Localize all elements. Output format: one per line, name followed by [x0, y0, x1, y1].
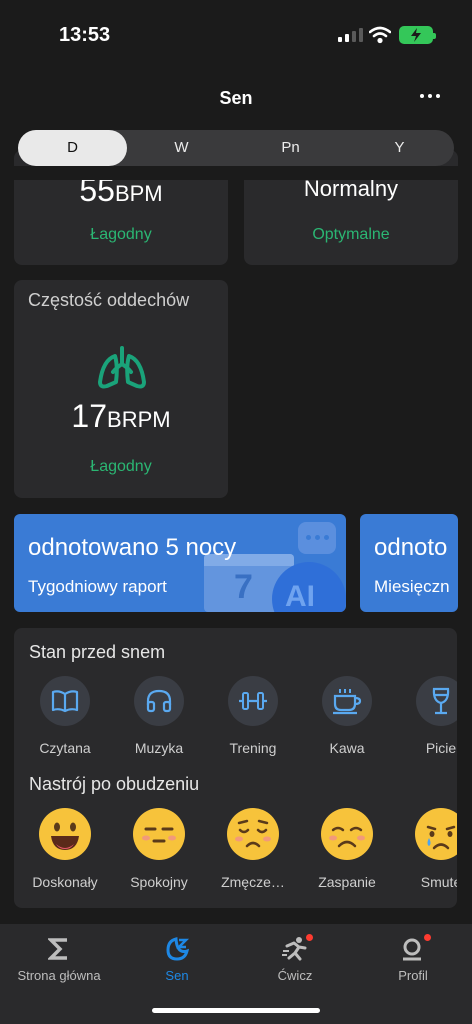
respiration-unit: BRPM	[107, 407, 171, 432]
chat-bubble-icon	[298, 522, 336, 554]
mood-calm-label: Spokojny	[130, 874, 188, 890]
page-title: Sen	[219, 88, 253, 108]
respiration-value: 17	[71, 398, 108, 434]
grinning-face-icon	[39, 808, 91, 860]
ai-badge-label: AI	[285, 580, 315, 612]
habit-coffee-label: Kawa	[329, 740, 365, 756]
header-backdrop	[0, 166, 472, 180]
sigma-icon	[48, 938, 67, 960]
oxygen-status: Optymalne	[312, 226, 390, 243]
moon-icon	[166, 937, 190, 961]
tab-exercise[interactable]: Ćwicz	[236, 924, 354, 983]
period-selector: D W Pn Y	[18, 130, 454, 166]
calm-face-icon	[133, 808, 185, 860]
tab-home[interactable]: Strona główna	[0, 924, 118, 983]
tab-year[interactable]: Y	[345, 130, 454, 166]
headphones-icon	[146, 689, 172, 713]
lungs-icon	[97, 346, 147, 395]
mood-title: Nastrój po obudzeniu	[29, 774, 200, 794]
runner-icon	[282, 937, 307, 961]
habit-coffee[interactable]: Kawa	[300, 676, 394, 756]
profile-icon	[403, 938, 421, 961]
pre-sleep-title: Stan przed snem	[29, 642, 166, 662]
mood-sleepy[interactable]: Zaspanie	[300, 808, 394, 890]
mood-sad-label: Smute	[420, 874, 457, 890]
home-indicator	[152, 1008, 320, 1013]
profile-badge	[424, 934, 431, 941]
respiration-title: Częstość oddechów	[28, 290, 190, 310]
signal-icon	[338, 28, 363, 42]
tab-home-label: Strona główna	[17, 968, 101, 983]
habit-training-label: Trening	[229, 740, 277, 756]
monthly-report-subtitle: Miesięczn	[374, 577, 450, 596]
weekly-report-card[interactable]: 7 AI odnotowano 5 nocy Tygodniowy raport	[14, 514, 346, 612]
respiration-status: Łagodny	[90, 458, 152, 475]
tab-week[interactable]: W	[127, 130, 236, 166]
tab-sleep-label: Sen	[165, 968, 189, 983]
heart-rate-status: Łagodny	[90, 226, 152, 243]
battery-icon	[399, 26, 436, 44]
tab-month[interactable]: Pn	[236, 130, 345, 166]
habit-drinking-label: Picie	[425, 740, 457, 756]
tab-sleep[interactable]: Sen	[118, 924, 236, 983]
monthly-report-title: odnoto	[374, 534, 448, 561]
mood-sad[interactable]: Smute	[394, 808, 457, 890]
wifi-icon	[369, 26, 391, 44]
mood-calm[interactable]: Spokojny	[112, 808, 206, 890]
mood-excellent-label: Doskonały	[32, 874, 98, 890]
exercise-badge	[306, 934, 313, 941]
habit-training[interactable]: Trening	[206, 676, 300, 756]
wine-glass-icon	[432, 687, 450, 715]
book-icon	[51, 690, 79, 713]
habit-music[interactable]: Muzyka	[112, 676, 206, 756]
tired-face-icon	[227, 808, 279, 860]
status-time: 13:53	[59, 24, 111, 46]
tab-profile[interactable]: Profil	[354, 924, 472, 983]
heart-rate-unit: BPM	[114, 181, 163, 206]
status-bar: 13:53	[0, 0, 472, 70]
weekly-report-title: odnotowano 5 nocy	[28, 534, 237, 561]
habit-reading[interactable]: Czytana	[18, 676, 112, 756]
mood-tired-label: Zmęcze…	[221, 874, 285, 890]
mood-tired[interactable]: Zmęcze…	[206, 808, 300, 890]
habit-reading-label: Czytana	[39, 740, 91, 756]
coffee-icon	[333, 689, 362, 715]
habit-music-label: Muzyka	[134, 740, 184, 756]
mood-sleepy-label: Zaspanie	[318, 874, 376, 890]
tab-profile-label: Profil	[398, 968, 428, 983]
sleepy-face-icon	[321, 808, 373, 860]
mood-excellent[interactable]: Doskonały	[18, 808, 112, 890]
tab-exercise-label: Ćwicz	[277, 968, 313, 983]
dumbbell-icon	[239, 692, 267, 710]
tab-day[interactable]: D	[18, 130, 127, 166]
nav-header: Sen	[0, 70, 472, 126]
weekly-report-subtitle: Tygodniowy raport	[28, 577, 167, 596]
more-options-icon[interactable]	[420, 94, 440, 98]
respiration-card[interactable]: Częstość oddechów 17BRPM Łagodny	[14, 280, 228, 498]
monthly-report-card[interactable]: odnoto Miesięczn	[360, 514, 458, 612]
habit-drinking[interactable]: Picie	[394, 676, 457, 756]
sad-face-icon	[415, 808, 457, 860]
pre-sleep-section: Stan przed snem Czytana Muzyka Trening K…	[14, 628, 457, 908]
